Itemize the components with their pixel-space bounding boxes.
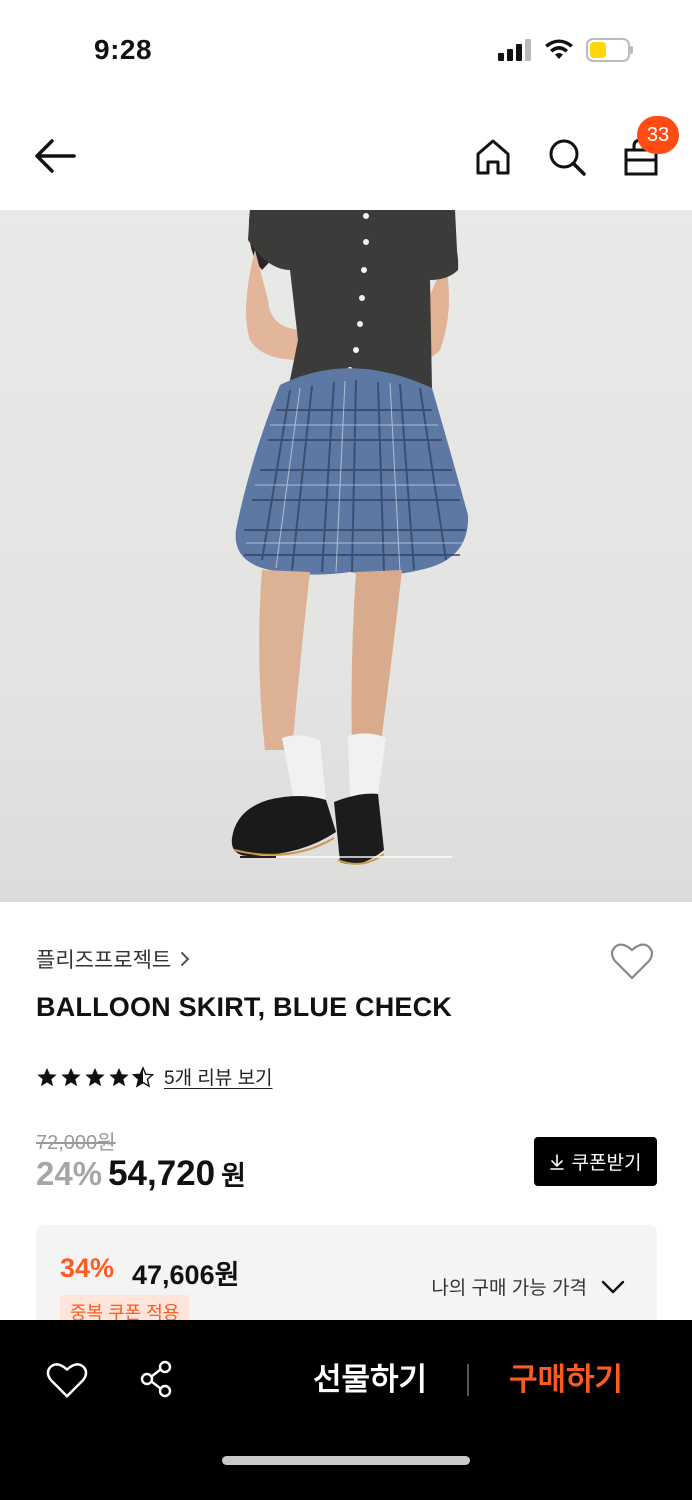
status-time: 9:28 (94, 34, 153, 65)
search-icon (549, 139, 586, 176)
cart-count-badge: 33 (637, 116, 679, 154)
buy-button[interactable]: 구매하기 (496, 1358, 636, 1402)
my-price: 47,606원 (132, 1260, 240, 1290)
my-price-label: 나의 구매 가능 가격 (431, 1278, 587, 1299)
wifi-icon (545, 39, 573, 59)
like-button[interactable] (46, 1360, 88, 1400)
home-icon (476, 139, 510, 175)
back-button[interactable] (32, 136, 78, 176)
coupon-button-label: 쿠폰받기 (571, 1153, 642, 1174)
search-button[interactable] (546, 136, 588, 178)
home-button[interactable] (472, 136, 514, 178)
review-link[interactable]: 5개 리뷰 보기 (164, 1063, 273, 1090)
battery-icon (586, 38, 633, 62)
status-icons (498, 38, 634, 62)
chevron-right-icon (181, 952, 190, 966)
rating-row: 5개 리뷰 보기 (36, 1063, 273, 1090)
star-icon (85, 1067, 105, 1086)
brand-link[interactable]: 플리즈프로젝트 (36, 944, 191, 974)
rating-stars (36, 1065, 154, 1088)
brand-name: 플리즈프로젝트 (36, 949, 172, 972)
image-carousel-progress-fill (240, 856, 277, 858)
star-icon (109, 1067, 129, 1086)
sale-price: 54,720 (108, 1154, 216, 1193)
star-half-icon (132, 1065, 154, 1088)
arrow-left-icon (35, 139, 76, 173)
my-price-toggle[interactable]: 나의 구매 가능 가격 (431, 1273, 625, 1300)
cellular-signal-icon (498, 39, 531, 61)
star-icon (37, 1067, 57, 1086)
app-header (0, 110, 692, 202)
gift-button[interactable]: 선물하기 (300, 1358, 440, 1402)
heart-outline-icon (46, 1363, 88, 1398)
bottom-divider (467, 1364, 469, 1396)
image-carousel-progress (240, 856, 452, 858)
price-row: 24% 54,720 원 (36, 1154, 246, 1194)
home-indicator (222, 1456, 470, 1465)
product-image[interactable] (0, 210, 692, 902)
share-button[interactable] (136, 1358, 178, 1400)
status-bar: 9:28 (0, 0, 692, 100)
bottom-action-bar: 선물하기 구매하기 (0, 1320, 692, 1500)
star-icon (61, 1067, 81, 1086)
coupon-download-button[interactable]: 쿠폰받기 (534, 1137, 657, 1186)
product-title: BALLOON SKIRT, BLUE CHECK (36, 992, 452, 1022)
discount-rate: 24% (36, 1155, 103, 1192)
original-price: 72,000원 (36, 1132, 116, 1154)
product-photo (231, 210, 469, 865)
chevron-down-icon (601, 1280, 625, 1293)
wishlist-button[interactable] (610, 940, 654, 982)
my-discount-rate: 34% (60, 1253, 115, 1283)
download-icon (549, 1153, 564, 1170)
heart-outline-icon (610, 943, 654, 980)
share-icon (140, 1360, 172, 1398)
currency-unit: 원 (221, 1161, 246, 1191)
